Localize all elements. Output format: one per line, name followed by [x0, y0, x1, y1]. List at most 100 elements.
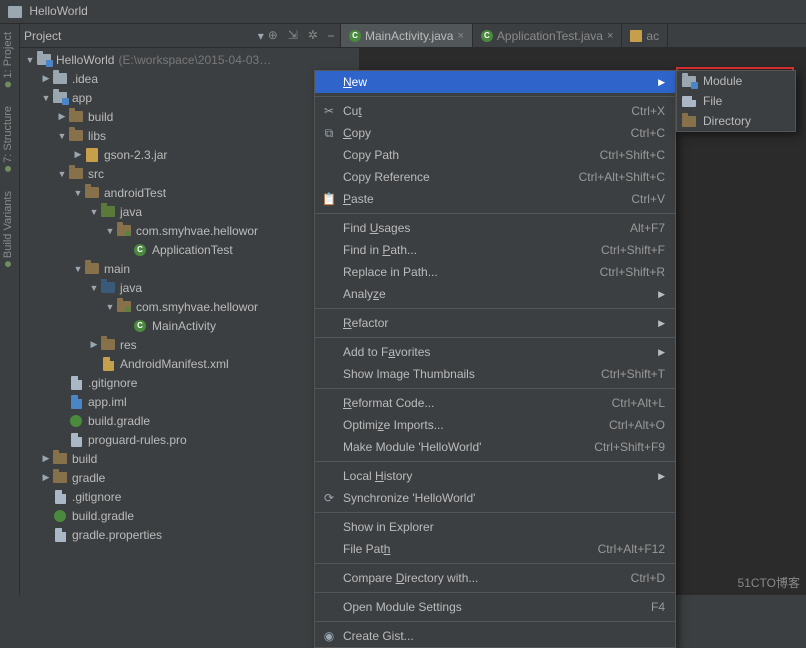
file-icon — [630, 30, 642, 42]
tree-buildgradle2[interactable]: build.gradle — [20, 506, 359, 525]
tab-application-test[interactable]: C ApplicationTest.java × — [473, 24, 623, 47]
submenu-directory[interactable]: Directory — [677, 111, 795, 131]
project-dropdown-icon[interactable]: ▾ — [258, 29, 264, 43]
new-submenu: Module File Directory — [676, 70, 796, 132]
menu-open-module-settings[interactable]: Open Module SettingsF4 — [315, 596, 675, 618]
scroll-target-icon[interactable]: ⊕ — [268, 28, 278, 43]
cut-icon: ✂ — [321, 104, 337, 118]
breadcrumb-project[interactable]: HelloWorld — [29, 4, 87, 18]
menu-separator — [315, 461, 675, 462]
project-panel-header: ▣ Project ▾ ⊕ ⇲ ✲ ⎯ — [0, 24, 340, 47]
project-icon — [8, 6, 22, 18]
menu-separator — [315, 388, 675, 389]
java-class-icon: C — [481, 30, 493, 42]
hide-icon[interactable]: ⎯ — [328, 28, 334, 43]
menu-make-module[interactable]: Make Module 'HelloWorld'Ctrl+Shift+F9 — [315, 436, 675, 458]
menu-separator — [315, 213, 675, 214]
editor-tabs: C MainActivity.java × C ApplicationTest.… — [340, 24, 806, 47]
submenu-file[interactable]: File — [677, 91, 795, 111]
menu-separator — [315, 592, 675, 593]
tree-manifest[interactable]: AndroidManifest.xml — [20, 354, 359, 373]
sync-icon: ⟳ — [321, 491, 337, 505]
tool-window-tabs: 1: Project 7: Structure Build Variants — [0, 24, 20, 595]
paste-icon: 📋 — [321, 192, 337, 206]
module-icon — [682, 76, 696, 87]
close-icon[interactable]: × — [607, 30, 613, 42]
menu-copy-path[interactable]: Copy PathCtrl+Shift+C — [315, 144, 675, 166]
tree-build2[interactable]: ▶build — [20, 449, 359, 468]
menu-copy-reference[interactable]: Copy ReferenceCtrl+Alt+Shift+C — [315, 166, 675, 188]
menu-find-in-path[interactable]: Find in Path...Ctrl+Shift+F — [315, 239, 675, 261]
tree-gitignore2[interactable]: .gitignore — [20, 487, 359, 506]
tree-pkg-main[interactable]: ▼com.smyhvae.hellowor — [20, 297, 359, 316]
tree-gradleprops[interactable]: gradle.properties — [20, 525, 359, 544]
tree-libs[interactable]: ▼libs — [20, 126, 359, 145]
context-menu: New▶ ✂CutCtrl+X ⧉CopyCtrl+C Copy PathCtr… — [314, 70, 676, 648]
tree-appiml[interactable]: app.iml — [20, 392, 359, 411]
tree-src[interactable]: ▼src — [20, 164, 359, 183]
tree-build[interactable]: ▶build — [20, 107, 359, 126]
tree-androidtest[interactable]: ▼androidTest — [20, 183, 359, 202]
tab-label: MainActivity.java — [365, 29, 453, 43]
menu-find-usages[interactable]: Find UsagesAlt+F7 — [315, 217, 675, 239]
menu-copy[interactable]: ⧉CopyCtrl+C — [315, 122, 675, 144]
watermark: 51CTO博客 — [738, 574, 800, 591]
menu-create-gist[interactable]: ◉Create Gist... — [315, 625, 675, 647]
tree-pkg-test[interactable]: ▼com.smyhvae.hellowor — [20, 221, 359, 240]
tree-root[interactable]: ▼HelloWorld(E:\workspace\2015-04-03… — [20, 50, 359, 69]
menu-compare-directory[interactable]: Compare Directory with...Ctrl+D — [315, 567, 675, 589]
collapse-icon[interactable]: ⇲ — [288, 28, 298, 43]
tree-mainactivity[interactable]: CMainActivity — [20, 316, 359, 335]
gist-icon: ◉ — [321, 629, 337, 643]
tab-structure[interactable]: 7: Structure — [0, 98, 16, 183]
directory-icon — [682, 116, 696, 127]
project-tree[interactable]: ▼HelloWorld(E:\workspace\2015-04-03… ▶.i… — [20, 48, 360, 595]
project-panel-title[interactable]: Project — [24, 29, 254, 43]
tree-java-test[interactable]: ▼java — [20, 202, 359, 221]
menu-show-explorer[interactable]: Show in Explorer — [315, 516, 675, 538]
close-icon[interactable]: × — [457, 30, 463, 42]
tree-gradle[interactable]: ▶gradle — [20, 468, 359, 487]
file-icon — [682, 96, 696, 107]
menu-optimize-imports[interactable]: Optimize Imports...Ctrl+Alt+O — [315, 414, 675, 436]
tab-label: ApplicationTest.java — [497, 29, 603, 43]
copy-icon: ⧉ — [321, 126, 337, 141]
tree-gson[interactable]: ▶gson-2.3.jar — [20, 145, 359, 164]
menu-analyze[interactable]: Analyze▶ — [315, 283, 675, 305]
menu-add-favorites[interactable]: Add to Favorites▶ — [315, 341, 675, 363]
java-class-icon: C — [349, 30, 361, 42]
menu-separator — [315, 563, 675, 564]
menu-replace-in-path[interactable]: Replace in Path...Ctrl+Shift+R — [315, 261, 675, 283]
menu-cut[interactable]: ✂CutCtrl+X — [315, 100, 675, 122]
tab-project[interactable]: 1: Project — [0, 24, 16, 98]
menu-separator — [315, 621, 675, 622]
tab-main-activity[interactable]: C MainActivity.java × — [341, 24, 473, 47]
menu-separator — [315, 308, 675, 309]
tab-extra[interactable]: ac — [622, 24, 668, 47]
menu-new[interactable]: New▶ — [315, 71, 675, 93]
menu-show-thumbnails[interactable]: Show Image ThumbnailsCtrl+Shift+T — [315, 363, 675, 385]
menu-separator — [315, 96, 675, 97]
tab-label: ac — [646, 29, 659, 43]
menu-reformat[interactable]: Reformat Code...Ctrl+Alt+L — [315, 392, 675, 414]
tree-java-main[interactable]: ▼java — [20, 278, 359, 297]
tree-gitignore[interactable]: .gitignore — [20, 373, 359, 392]
tree-res[interactable]: ▶res — [20, 335, 359, 354]
tree-apptest[interactable]: CApplicationTest — [20, 240, 359, 259]
tree-app[interactable]: ▼app — [20, 88, 359, 107]
tab-build-variants[interactable]: Build Variants — [0, 183, 16, 278]
toolbar-row: ▣ Project ▾ ⊕ ⇲ ✲ ⎯ C MainActivity.java … — [0, 24, 806, 48]
tree-proguard[interactable]: proguard-rules.pro — [20, 430, 359, 449]
menu-synchronize[interactable]: ⟳Synchronize 'HelloWorld' — [315, 487, 675, 509]
menu-separator — [315, 512, 675, 513]
settings-icon[interactable]: ✲ — [308, 28, 318, 43]
menu-file-path[interactable]: File PathCtrl+Alt+F12 — [315, 538, 675, 560]
menu-refactor[interactable]: Refactor▶ — [315, 312, 675, 334]
submenu-module[interactable]: Module — [677, 71, 795, 91]
menu-separator — [315, 337, 675, 338]
menu-local-history[interactable]: Local History▶ — [315, 465, 675, 487]
tree-buildgradle[interactable]: build.gradle — [20, 411, 359, 430]
menu-paste[interactable]: 📋PasteCtrl+V — [315, 188, 675, 210]
tree-idea[interactable]: ▶.idea — [20, 69, 359, 88]
tree-main[interactable]: ▼main — [20, 259, 359, 278]
